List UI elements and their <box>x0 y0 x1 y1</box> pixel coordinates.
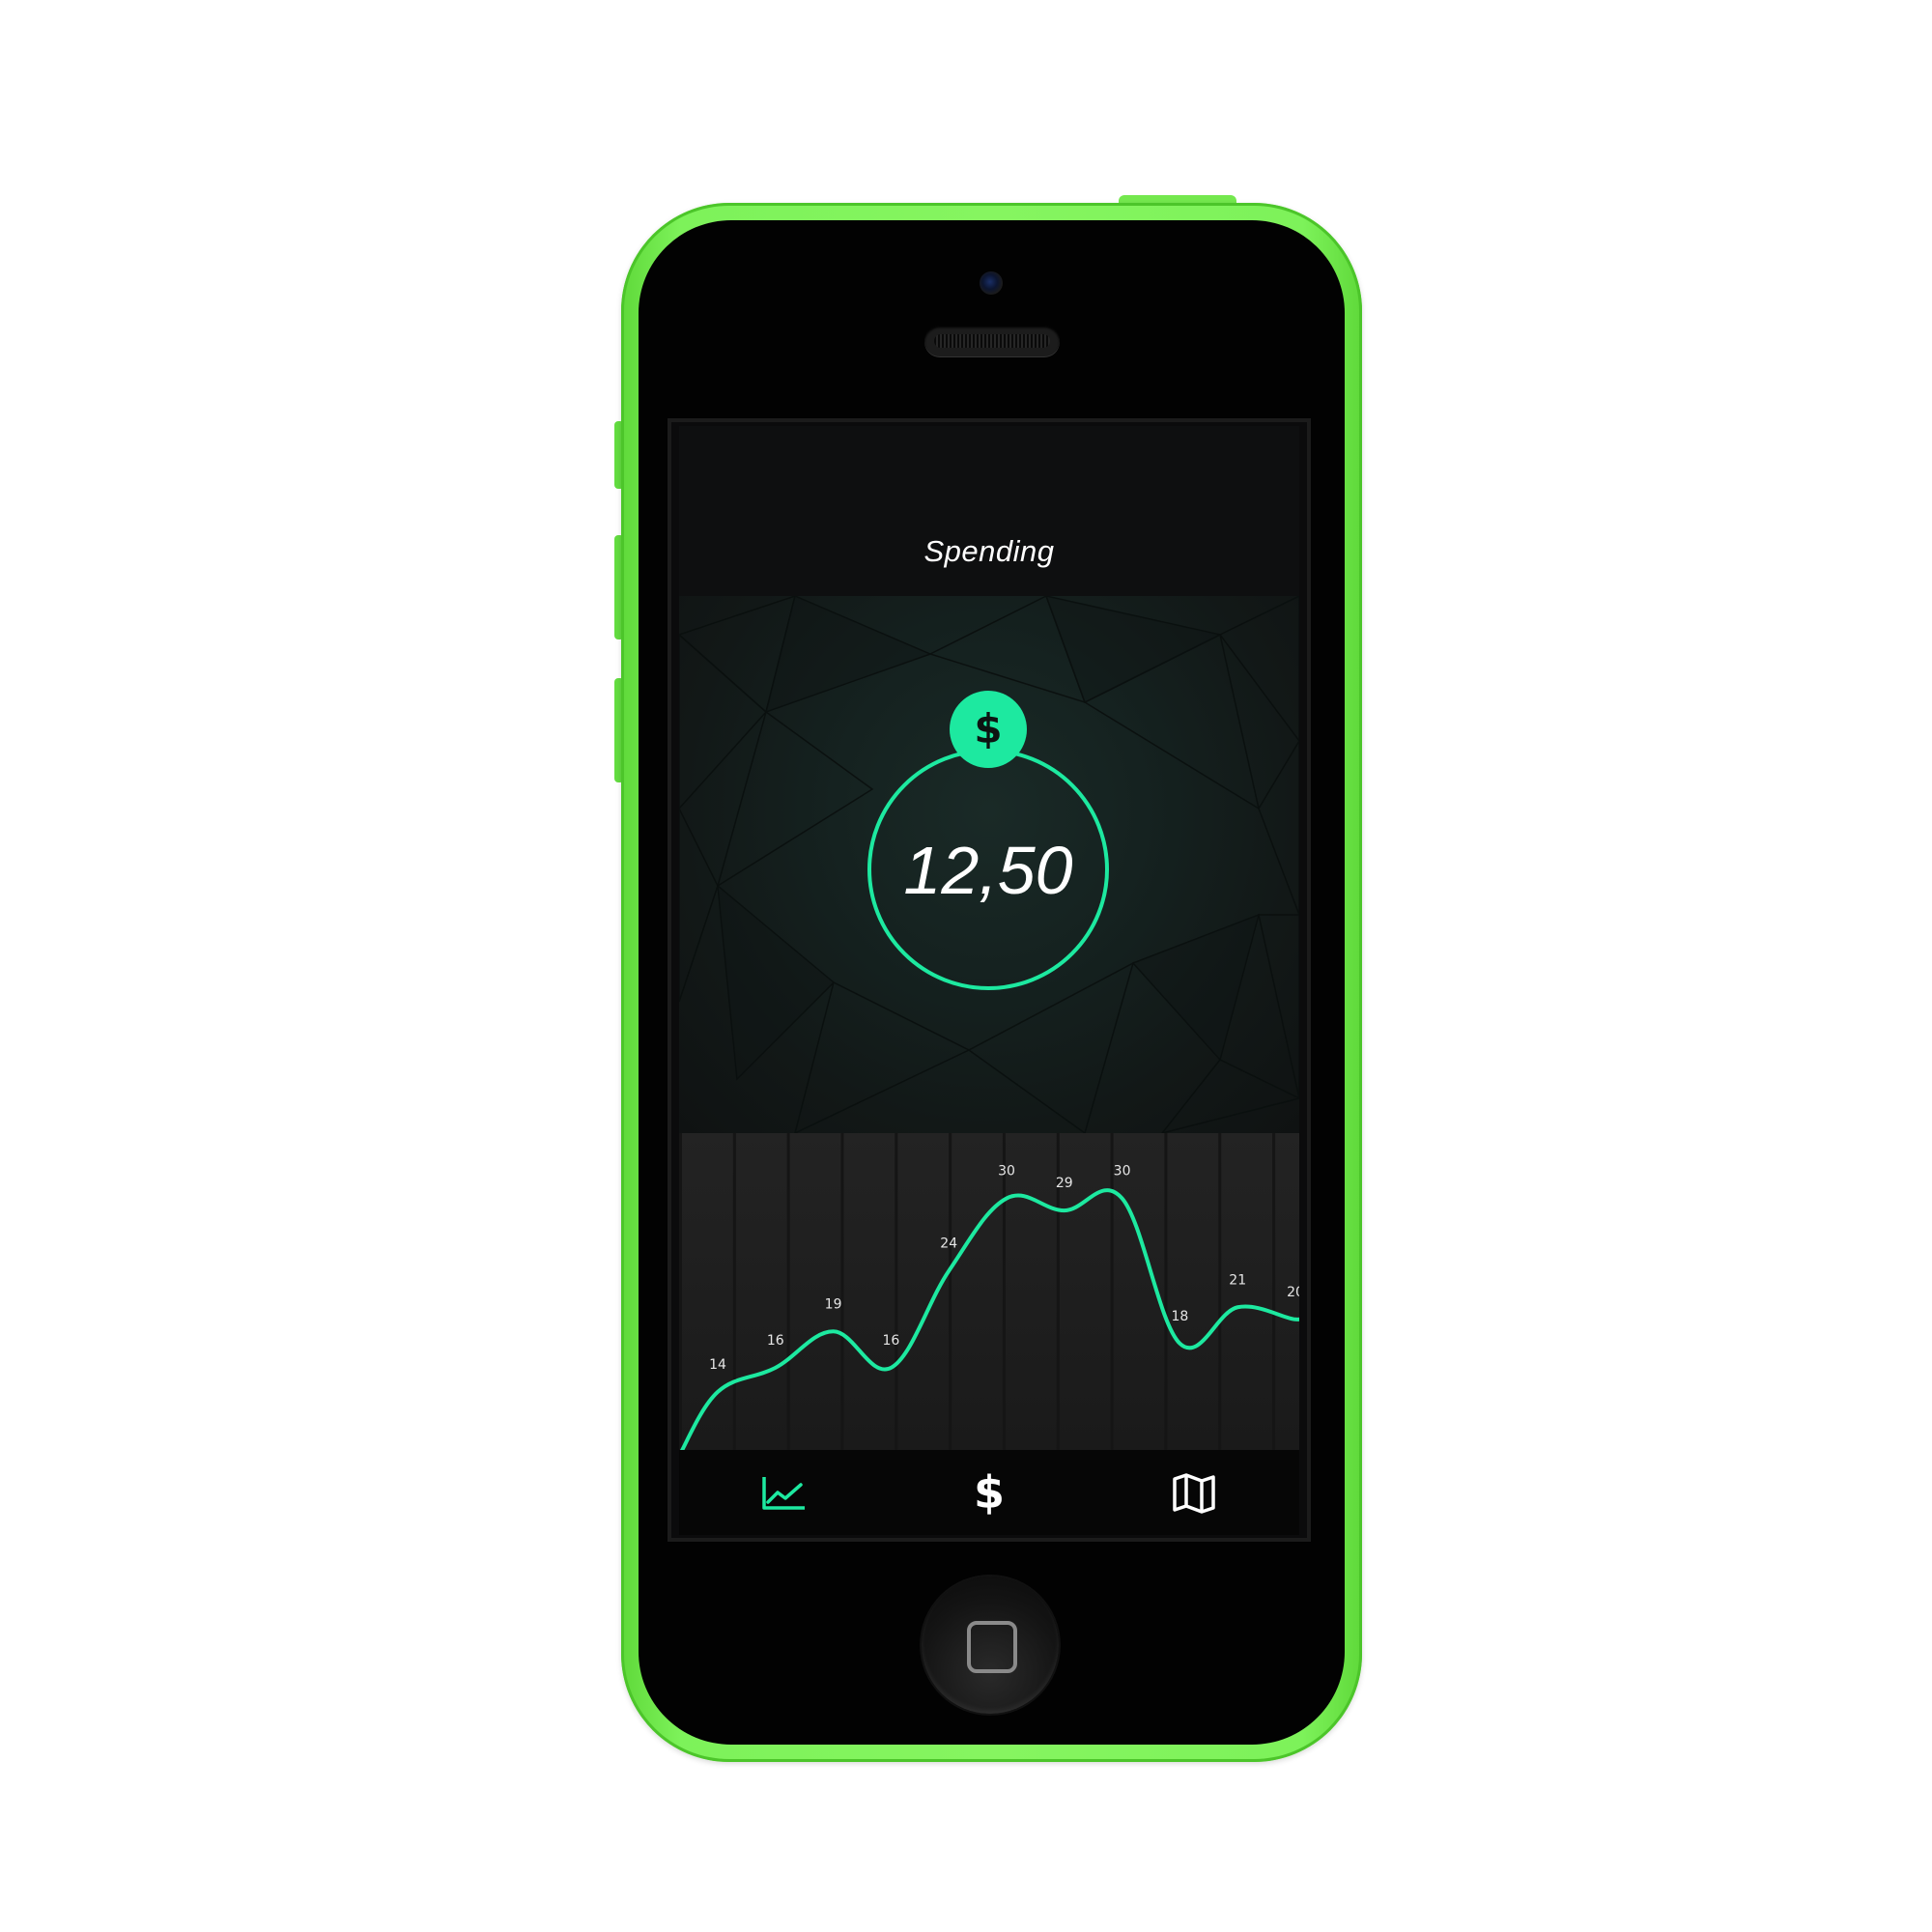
earpiece-speaker <box>924 326 1060 356</box>
data-label: 29 <box>1056 1176 1073 1191</box>
dollar-badge-icon: $ <box>950 691 1027 768</box>
grid-line <box>786 1133 790 1450</box>
data-label: 16 <box>767 1333 784 1349</box>
tab-map[interactable] <box>1165 1465 1223 1520</box>
grid-line <box>1110 1133 1114 1450</box>
tab-stats[interactable] <box>754 1465 812 1520</box>
grid-line <box>679 1133 682 1450</box>
spending-chart: 14 16 19 16 24 30 29 30 18 21 20 <box>679 1133 1299 1450</box>
summary-panel: 12,50 $ <box>679 596 1299 1133</box>
line-chart: 14 16 19 16 24 30 29 30 18 21 20 <box>679 1133 1299 1450</box>
data-label: 19 <box>825 1296 842 1312</box>
amount-ring: 12,50 <box>867 749 1109 990</box>
tab-spending[interactable]: $ <box>960 1465 1018 1520</box>
data-label: 30 <box>998 1164 1015 1179</box>
dollar-icon: $ <box>973 1466 1005 1519</box>
map-icon <box>1173 1473 1215 1514</box>
data-label: 20 <box>1287 1285 1299 1300</box>
grid-line <box>1164 1133 1168 1450</box>
page-title: Spending <box>923 534 1055 568</box>
grid-line <box>1002 1133 1006 1450</box>
grid-line <box>1218 1133 1222 1450</box>
spending-series-line <box>680 1188 1299 1450</box>
home-button[interactable] <box>922 1577 1059 1714</box>
data-label: 16 <box>882 1333 899 1349</box>
data-label: 14 <box>709 1357 726 1373</box>
grid-line <box>732 1133 736 1450</box>
grid-line <box>1272 1133 1276 1450</box>
tab-bar: $ <box>679 1450 1299 1535</box>
spending-amount: 12,50 <box>903 833 1073 908</box>
line-chart-icon <box>762 1477 805 1510</box>
grid-line <box>895 1133 898 1450</box>
data-label: 21 <box>1229 1272 1246 1288</box>
app-screen: Spending 12,50 $ 14 16 19 16 24 30 29 30… <box>671 422 1307 1538</box>
front-camera <box>980 271 1003 295</box>
data-label: 18 <box>1171 1309 1188 1324</box>
grid-line <box>949 1133 952 1450</box>
grid-line <box>840 1133 844 1450</box>
stage: Spending 12,50 $ 14 16 19 16 24 30 29 30… <box>0 0 1932 1932</box>
data-label: 24 <box>940 1236 957 1252</box>
nav-bar: Spending <box>679 426 1299 600</box>
home-square-icon <box>967 1621 1017 1673</box>
data-label: 30 <box>1114 1164 1131 1179</box>
